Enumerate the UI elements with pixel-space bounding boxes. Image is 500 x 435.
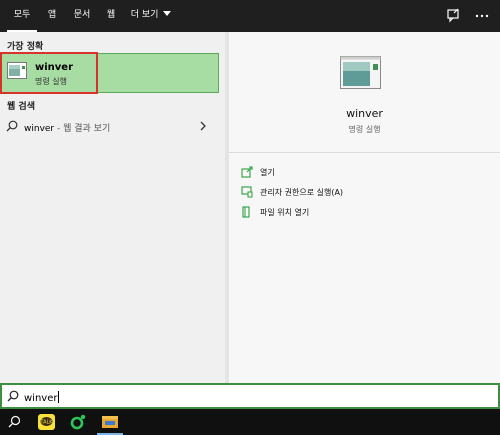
filter-bar: 모두 앱 문서 웹 더 보기 <box>0 0 500 32</box>
text-caret <box>58 391 60 403</box>
search-icon <box>6 120 18 132</box>
web-query-text: winver <box>24 124 55 134</box>
tab-documents-label: 문서 <box>73 10 91 20</box>
tab-apps[interactable]: 앱 <box>42 0 62 32</box>
detail-separator <box>229 152 500 153</box>
web-search-title: 웹 검색 <box>7 102 35 112</box>
search-input[interactable]: winver <box>24 391 60 404</box>
file-explorer-icon[interactable] <box>102 415 118 429</box>
taskbar-search-icon[interactable] <box>8 415 21 428</box>
green-app-icon[interactable] <box>70 414 86 430</box>
winver-large-icon <box>340 56 381 89</box>
chevron-down-icon <box>163 11 172 16</box>
tab-apps-label: 앱 <box>47 10 57 20</box>
tab-all-label: 모두 <box>13 10 31 20</box>
best-match-type: 명령 실행 <box>35 77 67 86</box>
search-box[interactable] <box>0 383 500 409</box>
tab-web-label: 웹 <box>106 10 116 20</box>
tab-more[interactable]: 더 보기 <box>126 0 176 32</box>
web-search-query: winver - 웹 결과 보기 <box>24 121 110 134</box>
more-icon[interactable] <box>474 8 490 24</box>
winver-app-icon <box>7 62 27 79</box>
tab-documents[interactable]: 문서 <box>68 0 96 32</box>
open-icon <box>241 166 253 178</box>
svg-text:TALK: TALK <box>39 420 53 426</box>
detail-name: winver <box>346 107 383 120</box>
web-query-suffix: - 웹 결과 보기 <box>54 124 111 134</box>
kakaotalk-icon[interactable]: TALK <box>38 414 55 430</box>
chevron-right-icon[interactable] <box>199 121 207 131</box>
search-box-icon <box>7 390 19 402</box>
best-match-title: 가장 정확 <box>7 42 44 52</box>
action-open[interactable]: 열기 <box>260 167 275 178</box>
file-location-icon <box>242 206 250 218</box>
tab-more-label: 더 보기 <box>130 10 159 20</box>
search-input-value: winver <box>24 393 58 404</box>
action-open-file-location[interactable]: 파일 위치 열기 <box>260 207 309 218</box>
best-match-name: winver <box>35 62 74 73</box>
action-run-as-admin[interactable]: 관리자 권한으로 실행(A) <box>260 187 343 198</box>
feedback-icon[interactable] <box>445 8 461 24</box>
run-as-admin-icon <box>241 186 253 198</box>
tab-all[interactable]: 모두 <box>7 0 37 32</box>
detail-type: 명령 실행 <box>348 125 381 134</box>
tab-web[interactable]: 웹 <box>102 0 120 32</box>
